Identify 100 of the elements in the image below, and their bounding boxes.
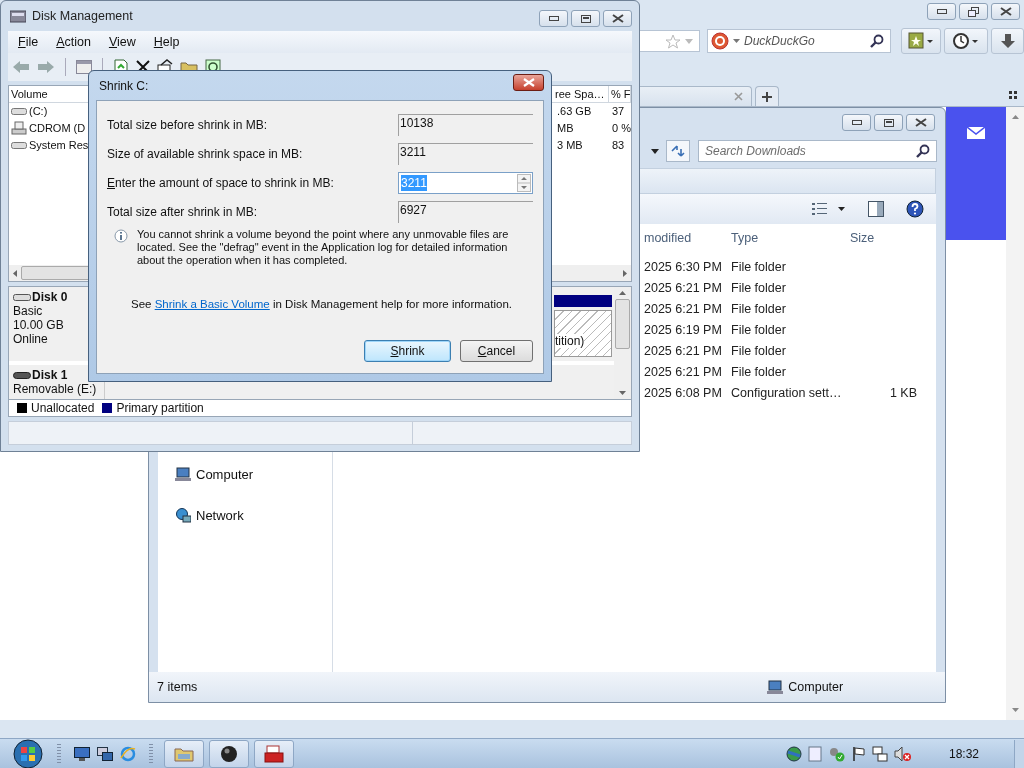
nav-item[interactable]: Network bbox=[175, 508, 244, 523]
close-icon[interactable] bbox=[999, 7, 1012, 16]
computer-icon bbox=[767, 679, 784, 695]
maximize-icon[interactable] bbox=[580, 14, 591, 23]
table-cell-text: 2025 6:21 PM bbox=[644, 301, 723, 316]
drive-entry[interactable]: CDROM (D bbox=[9, 121, 91, 135]
address-field[interactable] bbox=[640, 30, 700, 52]
close-button[interactable] bbox=[603, 10, 632, 27]
muted-speaker-icon[interactable] bbox=[893, 745, 912, 762]
list-view-icon[interactable] bbox=[812, 202, 846, 216]
minimize-icon[interactable] bbox=[936, 8, 947, 15]
minimize-icon[interactable] bbox=[851, 119, 862, 126]
minimize-icon[interactable] bbox=[548, 15, 559, 22]
downloads-button[interactable] bbox=[991, 28, 1024, 54]
table-cell-text: MB bbox=[556, 122, 575, 134]
item-count: 7 items bbox=[157, 680, 198, 694]
flag-icon[interactable] bbox=[851, 745, 866, 762]
desktop-icon[interactable] bbox=[74, 746, 90, 761]
help-link[interactable]: Shrink a Basic Volume bbox=[154, 298, 270, 310]
menu-item[interactable]: File bbox=[8, 34, 47, 49]
table-cell-text: File folder bbox=[731, 343, 787, 358]
taskbar-button[interactable] bbox=[209, 739, 249, 768]
taskbar-button[interactable] bbox=[254, 739, 294, 768]
security-check-icon[interactable] bbox=[827, 745, 846, 762]
search-field[interactable]: DuckDuckGo bbox=[707, 29, 891, 53]
clock-icon[interactable] bbox=[952, 32, 980, 50]
close-button[interactable] bbox=[991, 3, 1020, 20]
history-button[interactable] bbox=[944, 28, 988, 54]
info-icon bbox=[114, 229, 128, 243]
drive-entry[interactable]: System Res bbox=[9, 139, 91, 151]
location-label: Computer bbox=[788, 680, 844, 694]
search-engine-icon[interactable] bbox=[711, 32, 729, 50]
help-icon[interactable] bbox=[906, 200, 924, 218]
partition-block[interactable]: tition) bbox=[554, 310, 612, 358]
start-button[interactable] bbox=[12, 738, 44, 768]
disk-tool-icon bbox=[264, 744, 284, 763]
scroll-up-icon[interactable] bbox=[619, 291, 626, 296]
scroll-right-icon[interactable] bbox=[623, 269, 627, 277]
column-header[interactable]: Type bbox=[731, 231, 850, 245]
window-switch-icon[interactable] bbox=[97, 746, 113, 761]
minimize-button[interactable] bbox=[842, 114, 871, 131]
column-header[interactable]: ree Spa… bbox=[553, 85, 609, 102]
drive-icon bbox=[13, 292, 31, 302]
restore-button[interactable] bbox=[959, 3, 988, 20]
scroll-down-icon[interactable] bbox=[619, 391, 626, 396]
bookmarks-button[interactable] bbox=[901, 28, 941, 54]
minimize-button[interactable] bbox=[539, 10, 568, 27]
drive-icon bbox=[13, 370, 31, 380]
maximize-icon[interactable] bbox=[883, 118, 894, 127]
help-text: See Shrink a Basic Volume in Disk Management help for more information. bbox=[131, 298, 513, 310]
cd-drive-icon bbox=[11, 121, 27, 135]
minimize-button[interactable] bbox=[927, 3, 956, 20]
maximize-button[interactable] bbox=[874, 114, 903, 131]
globe-icon[interactable] bbox=[785, 745, 802, 762]
scrollbar[interactable] bbox=[1006, 107, 1024, 720]
table-cell-text: 37 bbox=[611, 105, 626, 117]
dialog-button[interactable]: Shrink bbox=[364, 340, 451, 362]
search-field[interactable]: Search Downloads bbox=[698, 140, 937, 162]
search-icon[interactable] bbox=[916, 144, 930, 158]
restore-icon[interactable] bbox=[968, 6, 979, 17]
new-tab-button[interactable] bbox=[755, 86, 779, 106]
plus-icon[interactable] bbox=[761, 90, 773, 103]
scroll-up-icon[interactable] bbox=[1011, 115, 1019, 119]
folder-icon bbox=[174, 745, 194, 762]
network-icon[interactable] bbox=[871, 745, 888, 762]
column-header[interactable]: Size bbox=[850, 231, 917, 245]
table-cell-text: 83 bbox=[611, 139, 626, 151]
drive-entry[interactable]: (C:) bbox=[9, 105, 91, 117]
column-header[interactable]: % F bbox=[609, 85, 631, 102]
nav-item[interactable]: Computer bbox=[175, 467, 254, 482]
preview-pane-icon[interactable] bbox=[868, 201, 884, 217]
scrollbar[interactable] bbox=[614, 287, 631, 400]
scroll-left-icon[interactable] bbox=[13, 269, 17, 277]
bookmark-star-icon[interactable] bbox=[908, 32, 934, 50]
table-cell-text: 2025 6:21 PM bbox=[644, 343, 723, 358]
mail-icon[interactable] bbox=[967, 127, 985, 139]
scroll-thumb[interactable] bbox=[615, 299, 630, 350]
close-button[interactable] bbox=[906, 114, 935, 131]
menu-item[interactable]: Help bbox=[143, 34, 188, 49]
dropdown-caret-icon[interactable] bbox=[651, 148, 659, 154]
close-button[interactable] bbox=[513, 74, 544, 91]
menu-item[interactable]: Action bbox=[46, 34, 99, 49]
console-icon[interactable] bbox=[76, 59, 92, 74]
star-icon[interactable] bbox=[665, 33, 681, 49]
menu-item[interactable]: View bbox=[98, 34, 144, 49]
tab-list-icon[interactable] bbox=[1009, 91, 1017, 99]
table-cell-text: File folder bbox=[731, 259, 787, 274]
maximize-button[interactable] bbox=[571, 10, 600, 27]
close-icon[interactable] bbox=[914, 118, 927, 127]
table-cell-text: 2025 6:08 PM bbox=[644, 385, 723, 400]
column-header[interactable]: modified bbox=[644, 231, 731, 245]
readonly-field: 6927 bbox=[398, 200, 533, 223]
down-arrow-icon[interactable] bbox=[999, 33, 1016, 49]
dialog-button[interactable]: Cancel bbox=[460, 340, 533, 362]
close-icon[interactable] bbox=[611, 14, 624, 23]
scroll-down-icon[interactable] bbox=[1011, 708, 1019, 712]
field-label: Total size after shrink in MB: bbox=[107, 204, 258, 219]
spin-arrows-icon[interactable] bbox=[517, 173, 531, 192]
search-icon[interactable] bbox=[870, 34, 884, 48]
table-cell-text: File folder bbox=[731, 322, 787, 337]
